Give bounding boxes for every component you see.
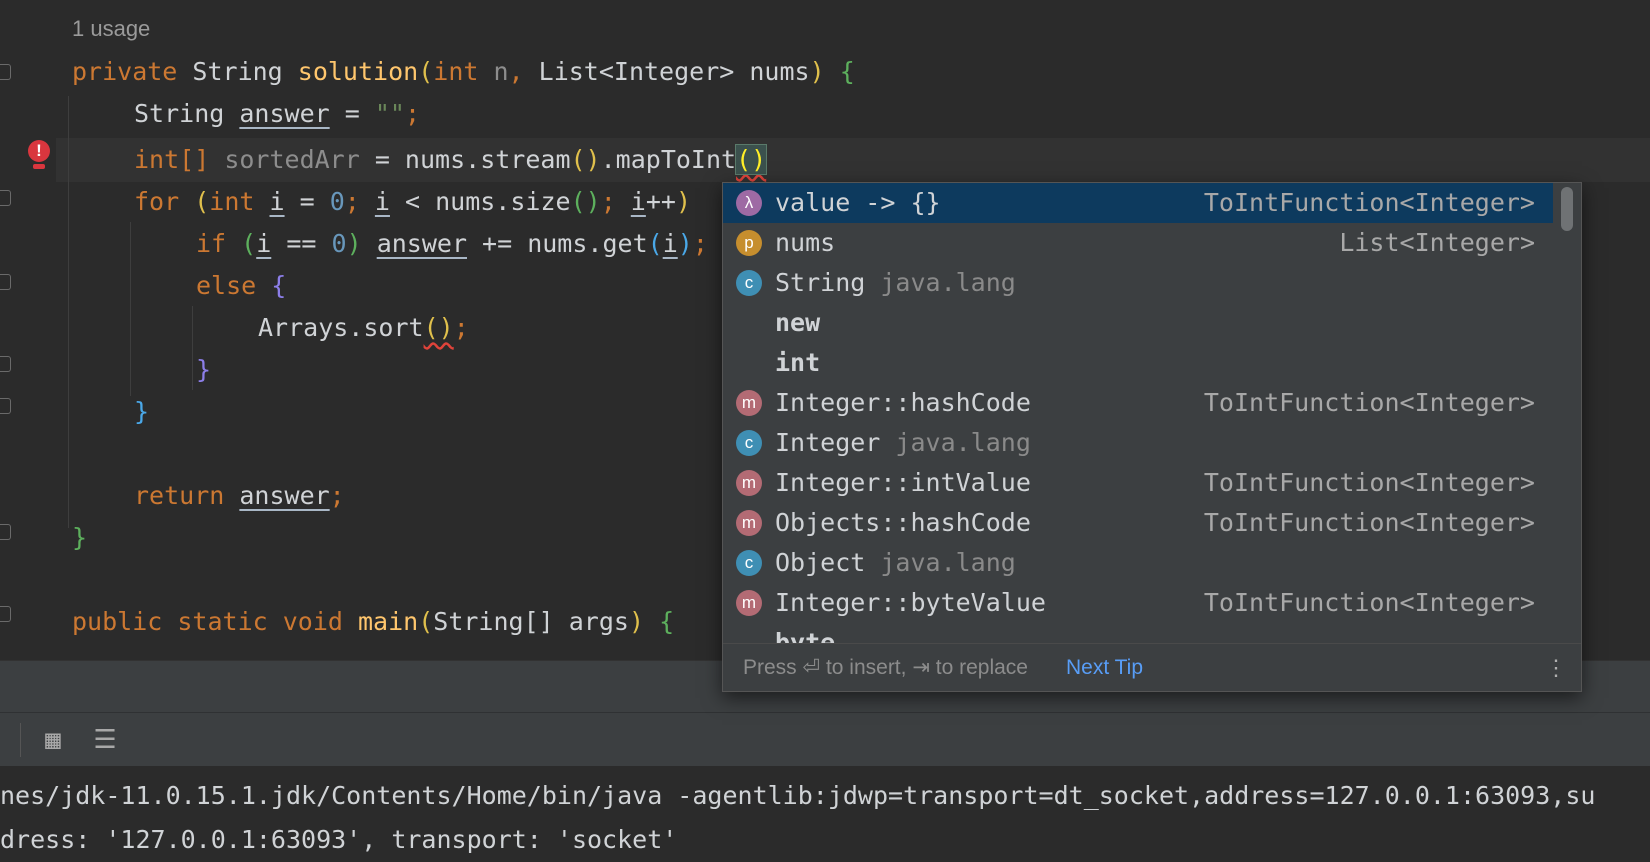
- completion-item-label: Integer::hashCode: [775, 388, 1031, 417]
- fold-marker-icon[interactable]: [0, 356, 11, 372]
- completion-item-type: ToIntFunction<Integer>: [1203, 468, 1535, 497]
- completion-item-label: int: [775, 348, 821, 377]
- completion-item[interactable]: c Integer java.lang: [723, 423, 1553, 463]
- class-icon: c: [736, 270, 762, 296]
- toolbar-divider: [20, 723, 21, 757]
- completion-item-type: List<Integer>: [1339, 228, 1535, 257]
- completion-item[interactable]: p nums List<Integer>: [723, 223, 1553, 263]
- completion-item-name: int: [775, 343, 820, 383]
- method-icon: m: [736, 470, 762, 496]
- completion-item[interactable]: m Objects::hashCode ToIntFunction<Integer>: [723, 503, 1553, 543]
- fold-marker-icon[interactable]: [0, 398, 11, 414]
- completion-item-label: Integer::intValue: [775, 468, 1031, 497]
- method-icon: m: [736, 510, 762, 536]
- code-line-signature[interactable]: private String solution(int n, List<Inte…: [72, 50, 855, 94]
- class-icon: c: [736, 550, 762, 576]
- completion-item-type: ToIntFunction<Integer>: [1203, 588, 1535, 617]
- completion-item-name: Integer::hashCode: [775, 383, 1031, 423]
- indent-guide: [68, 96, 69, 528]
- completion-item-label: Integer::byteValue: [775, 588, 1046, 617]
- completion-item-type: ToIntFunction<Integer>: [1203, 508, 1535, 537]
- completion-item-name: Object java.lang: [775, 543, 1016, 583]
- completion-item-name: new: [775, 303, 820, 343]
- completion-item[interactable]: m Integer::hashCode ToIntFunction<Integer>: [723, 383, 1553, 423]
- completion-item-name: nums: [775, 223, 835, 263]
- completion-item[interactable]: m Integer::intValue ToIntFunction<Integer>: [723, 463, 1553, 503]
- fold-marker-icon[interactable]: [0, 190, 11, 206]
- code-line[interactable]: Arrays.sort();: [258, 306, 469, 350]
- completion-item[interactable]: int: [723, 343, 1553, 383]
- console-toolbar: ▦ ☰: [0, 712, 1650, 767]
- completion-item-name: value -> {}: [775, 183, 941, 223]
- completion-item-label: Objects::hashCode: [775, 508, 1031, 537]
- completion-item-name: Objects::hashCode: [775, 503, 1031, 543]
- code-line-current[interactable]: int[] sortedArr = nums.stream().mapToInt…: [134, 138, 768, 182]
- code-line-main[interactable]: public static void main(String[] args) {: [72, 600, 674, 644]
- code-line[interactable]: }: [134, 390, 149, 434]
- completion-item-name: Integer::byteValue: [775, 583, 1046, 623]
- parameter-icon: p: [736, 230, 762, 256]
- code-line[interactable]: return answer;: [134, 474, 345, 518]
- error-marker-icon[interactable]: !: [28, 140, 50, 162]
- completion-scrollbar[interactable]: [1553, 183, 1581, 643]
- completion-item-type: ToIntFunction<Integer>: [1203, 388, 1535, 417]
- completion-item-name: Integer java.lang: [775, 423, 1031, 463]
- completion-item-label: nums: [775, 228, 836, 257]
- completion-item[interactable]: byte: [723, 623, 1553, 643]
- method-icon: m: [736, 590, 762, 616]
- code-line[interactable]: for (int i = 0; i < nums.size(); i++): [134, 180, 691, 224]
- completion-item-package: java.lang: [880, 428, 1031, 457]
- fold-marker-icon[interactable]: [0, 524, 11, 540]
- completion-item-label: new: [775, 308, 821, 337]
- completion-item-type: ToIntFunction<Integer>: [1203, 188, 1535, 217]
- insert-hint: Press ⏎ to insert, ⇥ to replace: [743, 656, 1028, 679]
- completion-item[interactable]: λ value -> {} ToIntFunction<Integer>: [723, 183, 1553, 223]
- completion-item[interactable]: c Object java.lang: [723, 543, 1553, 583]
- scrollbar-thumb[interactable]: [1561, 187, 1573, 231]
- next-tip-link[interactable]: Next Tip: [1066, 644, 1143, 691]
- lambda-icon: λ: [736, 190, 762, 216]
- completion-item-label: byte: [775, 628, 836, 643]
- completion-item[interactable]: m Integer::byteValue ToIntFunction<Integer…: [723, 583, 1553, 623]
- indent-guide: [192, 306, 193, 390]
- run-console[interactable]: nes/jdk-11.0.15.1.jdk/Contents/Home/bin/…: [0, 766, 1650, 858]
- table-view-icon[interactable]: ▦: [38, 725, 68, 755]
- console-line: dress: '127.0.0.1:63093', transport: 'so…: [0, 825, 678, 854]
- editor-gutter: [0, 0, 56, 660]
- completion-item-package: java.lang: [865, 268, 1016, 297]
- completion-item-label: String: [775, 268, 866, 297]
- completion-item-name: Integer::intValue: [775, 463, 1031, 503]
- completion-item-name: String java.lang: [775, 263, 1016, 303]
- code-line[interactable]: }: [72, 516, 87, 560]
- completion-item-label: Integer: [775, 428, 881, 457]
- code-line[interactable]: else {: [196, 264, 286, 308]
- code-line[interactable]: if (i == 0) answer += nums.get(i);: [196, 222, 708, 266]
- completion-popup[interactable]: λ value -> {} ToIntFunction<Integer> p nums L…: [722, 182, 1582, 692]
- usage-hint[interactable]: 1 usage: [72, 16, 150, 42]
- completion-item[interactable]: c String java.lang: [723, 263, 1553, 303]
- fold-marker-icon[interactable]: [0, 274, 11, 290]
- indent-guide: [130, 222, 131, 396]
- completion-item-label: Object: [775, 548, 866, 577]
- code-line[interactable]: }: [196, 348, 211, 392]
- fold-marker-icon[interactable]: [0, 606, 11, 622]
- completion-footer: Press ⏎ to insert, ⇥ to replace Next Tip…: [723, 643, 1581, 691]
- class-icon: c: [736, 430, 762, 456]
- completion-item-name: byte: [775, 623, 835, 643]
- code-line[interactable]: String answer = "";: [134, 92, 420, 136]
- method-icon: m: [736, 390, 762, 416]
- settings-list-icon[interactable]: ☰: [90, 725, 120, 755]
- console-line: nes/jdk-11.0.15.1.jdk/Contents/Home/bin/…: [0, 781, 1596, 810]
- completion-item[interactable]: new: [723, 303, 1553, 343]
- fold-marker-icon[interactable]: [0, 64, 11, 80]
- error-marker-stem: [33, 164, 45, 169]
- completion-list[interactable]: λ value -> {} ToIntFunction<Integer> p nums L…: [723, 183, 1553, 643]
- completion-item-label: value -> {}: [775, 188, 941, 217]
- more-options-icon[interactable]: ⋮: [1545, 644, 1567, 691]
- completion-item-package: java.lang: [865, 548, 1016, 577]
